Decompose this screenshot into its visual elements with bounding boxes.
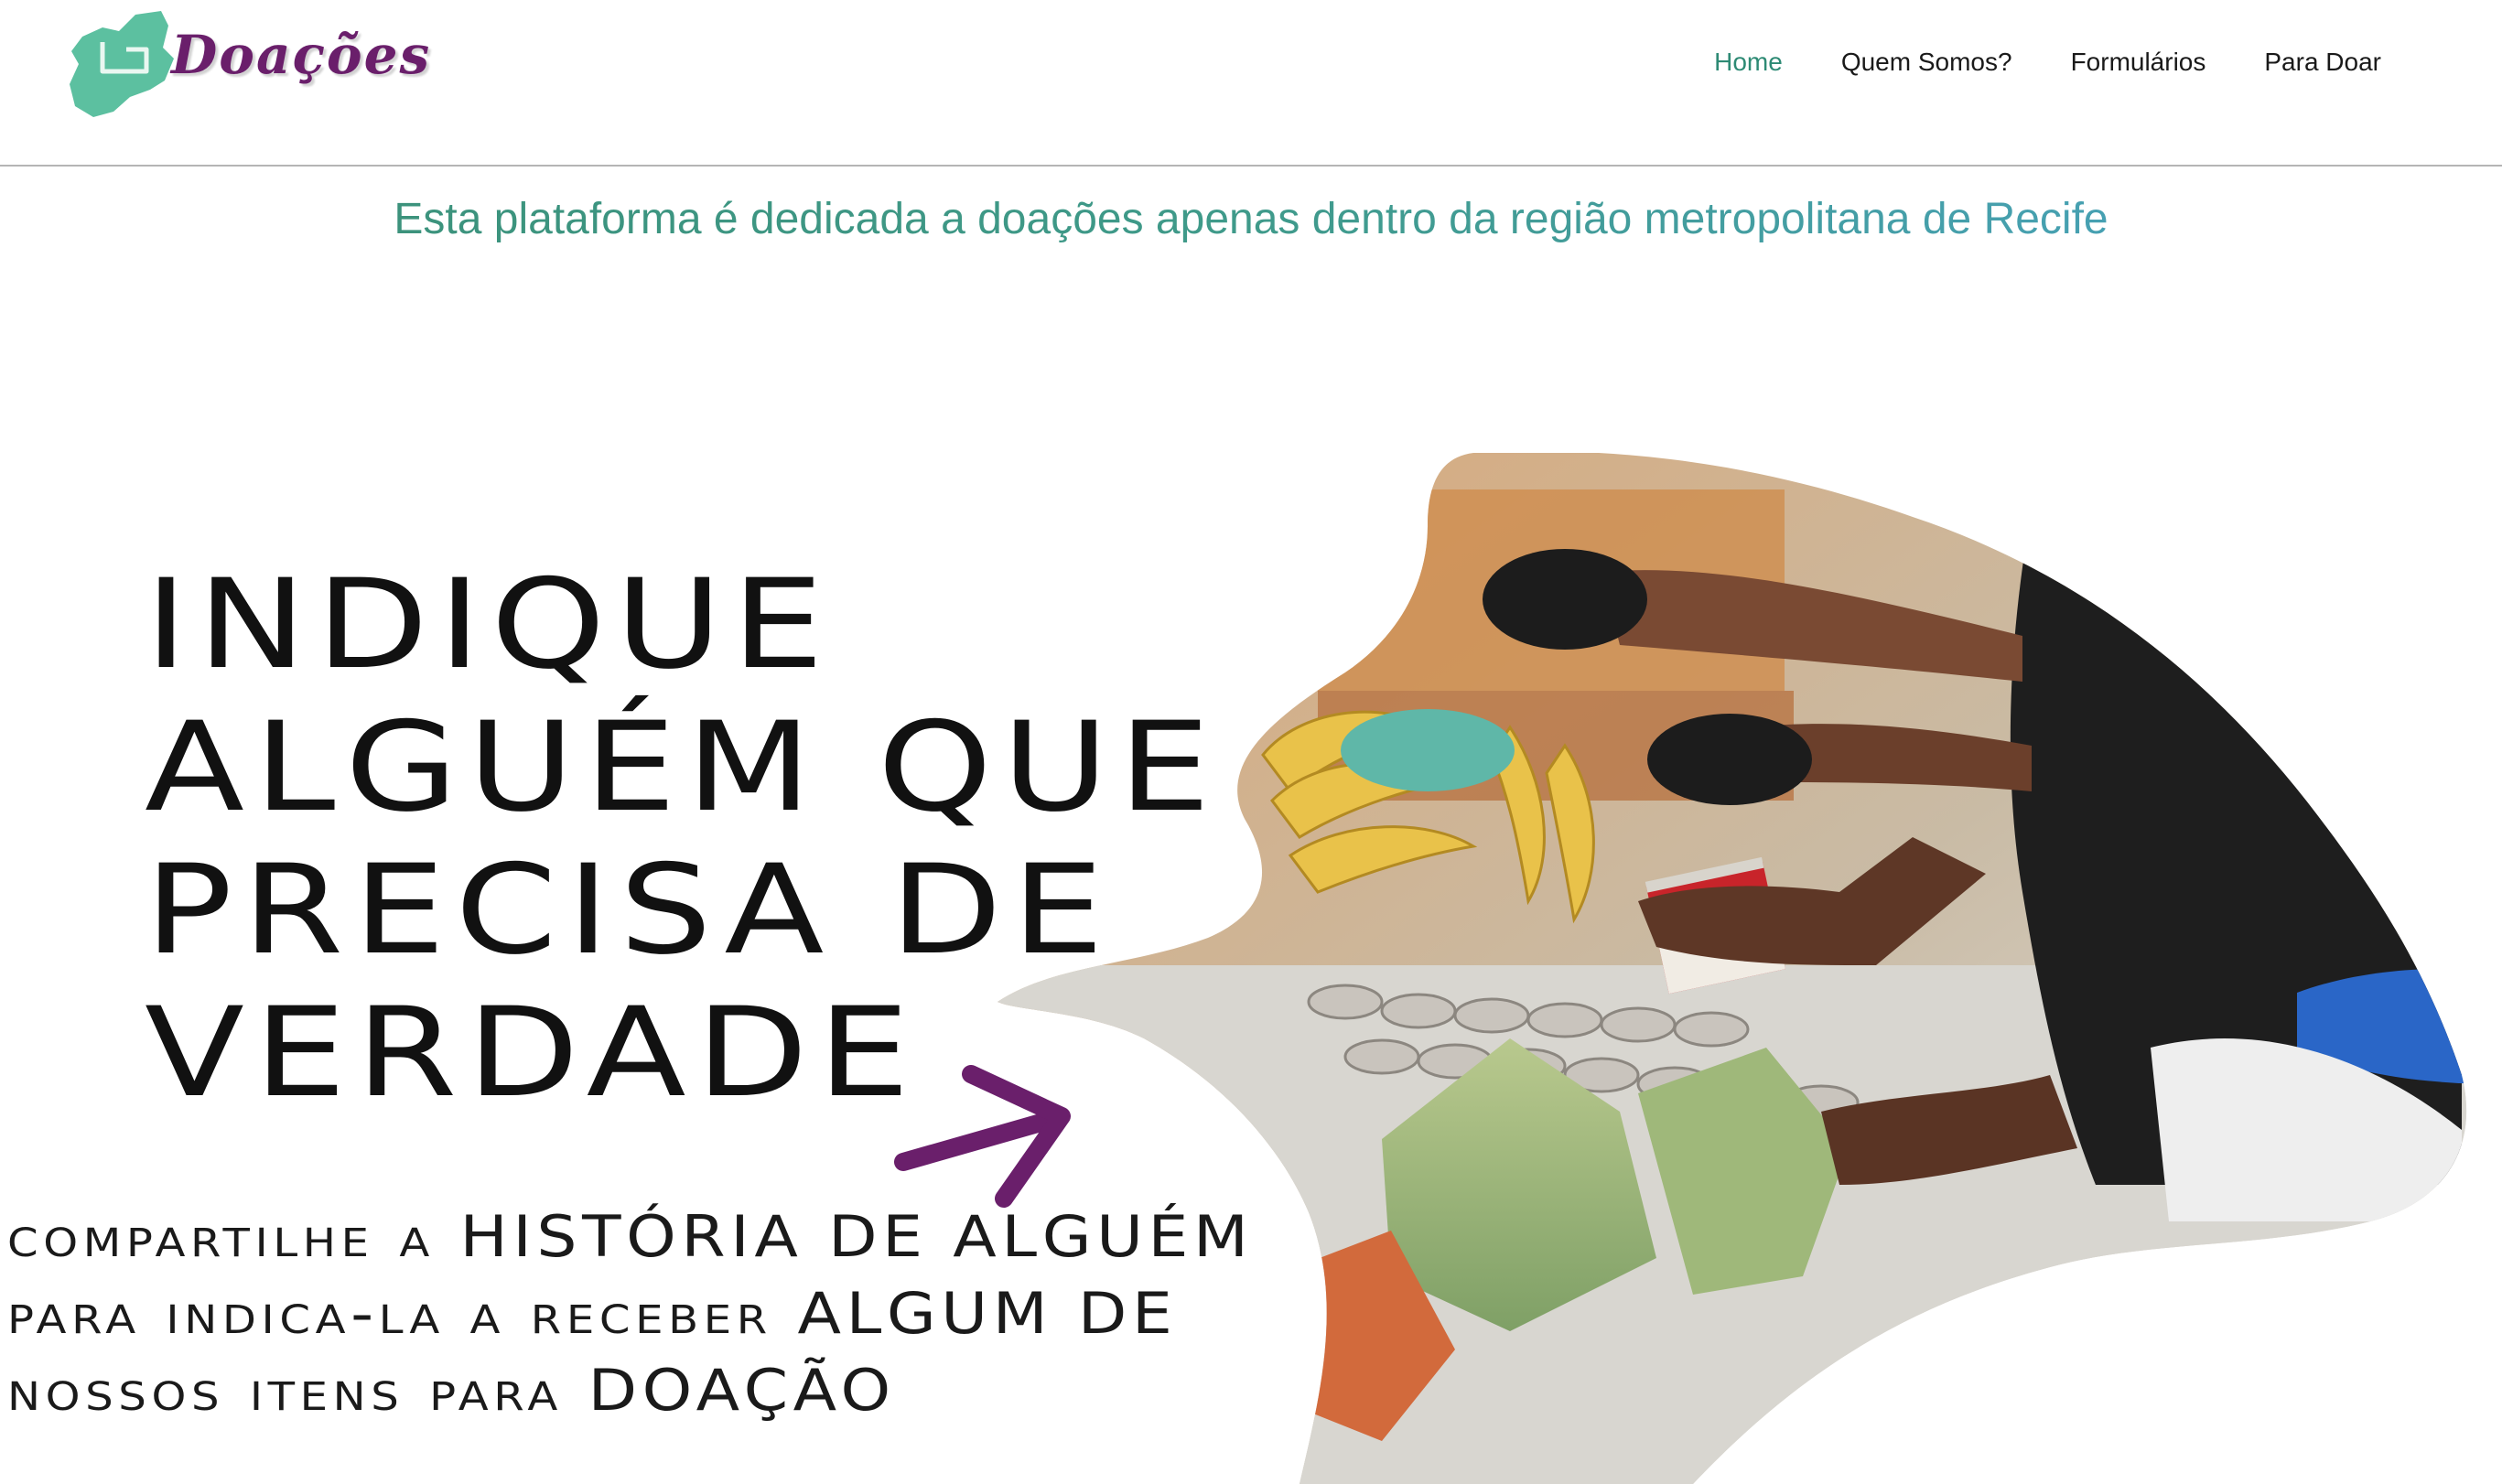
subtext-line: para indica-la a receber ALGUM DE bbox=[7, 1280, 1178, 1347]
site-header: Doações Home Quem Somos? Formulários Par… bbox=[0, 0, 2502, 167]
hero-headline: INDIQUE ALGUÉM QUE PRECISA DE VERDADE bbox=[145, 554, 1220, 1124]
subtext-line: compartilhe a HISTÓRIA DE ALGUÉM bbox=[7, 1203, 1254, 1270]
main-nav: Home Quem Somos? Formulários Para Doar bbox=[1655, 48, 2381, 77]
nav-formularios[interactable]: Formulários bbox=[2071, 48, 2206, 77]
map-logo-icon bbox=[70, 11, 174, 117]
headline-line: ALGUÉM QUE bbox=[145, 695, 1221, 839]
arrow-right-icon bbox=[894, 1065, 1071, 1208]
nav-home[interactable]: Home bbox=[1714, 48, 1783, 77]
hero-subtext: compartilhe a HISTÓRIA DE ALGUÉM para in… bbox=[7, 1199, 1254, 1429]
brand-logo[interactable]: Doações bbox=[66, 5, 429, 124]
nav-para-doar[interactable]: Para Doar bbox=[2264, 48, 2381, 77]
nav-quem-somos[interactable]: Quem Somos? bbox=[1841, 48, 2012, 77]
headline-line: INDIQUE bbox=[145, 553, 834, 696]
subtext-line: nossos itens para DOAÇÃO bbox=[7, 1357, 896, 1424]
headline-line: PRECISA DE bbox=[145, 838, 1114, 982]
region-notice: Esta plataforma é dedicada a doações ape… bbox=[0, 194, 2502, 244]
brand-name: Doações bbox=[171, 24, 432, 86]
